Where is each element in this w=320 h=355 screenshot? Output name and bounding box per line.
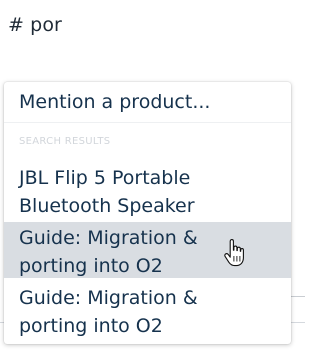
editor-edge-divider: [291, 296, 305, 297]
mention-product-option[interactable]: Mention a product...: [4, 82, 291, 122]
result-title-line-2: Bluetooth Speaker: [19, 195, 195, 217]
dropdown-divider: [4, 122, 291, 123]
search-result-item[interactable]: JBL Flip 5 Portable Bluetooth Speaker: [4, 162, 291, 217]
editor-text[interactable]: # por: [8, 14, 62, 36]
result-title-line-1: Guide: Migration &: [19, 227, 198, 249]
result-title-line-2: porting into O2: [19, 315, 163, 337]
search-result-item-hovered[interactable]: Guide: Migration & porting into O2: [4, 222, 291, 278]
result-title-line-1: JBL Flip 5 Portable: [19, 167, 191, 189]
search-results-header: SEARCH RESULTS: [19, 136, 111, 147]
mention-dropdown: Mention a product... SEARCH RESULTS JBL …: [4, 82, 291, 344]
result-title-line-1: Guide: Migration &: [19, 287, 198, 309]
result-title-line-2: porting into O2: [19, 255, 163, 277]
search-result-item[interactable]: Guide: Migration & porting into O2: [4, 282, 291, 340]
mention-autocomplete-screen: # por Mention a product... SEARCH RESULT…: [0, 0, 305, 355]
